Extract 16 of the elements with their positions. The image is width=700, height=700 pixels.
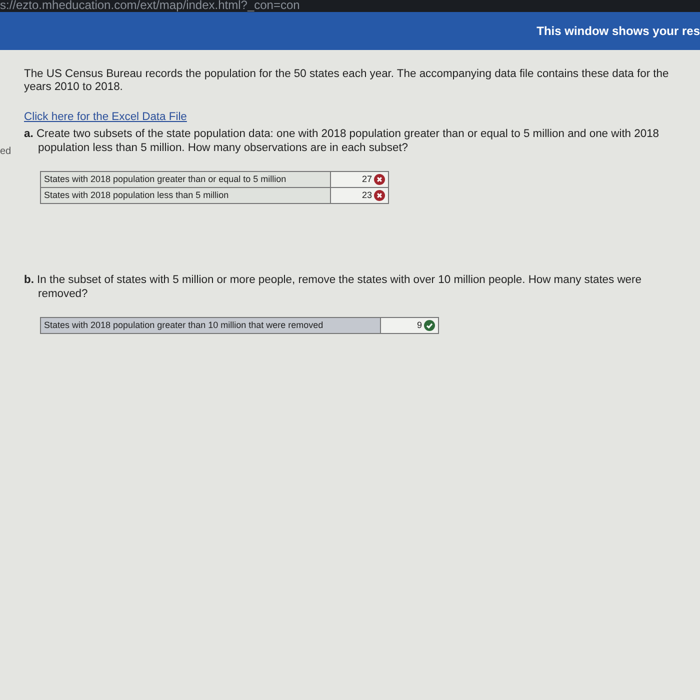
- side-text: ed: [0, 146, 12, 158]
- address-bar-url[interactable]: s://ezto.mheducation.com/ext/map/index.html?_con=con: [0, 0, 700, 12]
- excel-data-link[interactable]: Click here for the Excel Data File: [24, 110, 187, 123]
- answer-value: 27: [362, 174, 372, 184]
- answer-field[interactable]: 23: [330, 188, 388, 204]
- header-notice: This window shows your res: [536, 23, 700, 40]
- answer-value: 23: [362, 190, 372, 200]
- answer-label: States with 2018 population greater than 10 million that were removed: [40, 318, 380, 334]
- answer-field[interactable]: 9: [380, 318, 438, 334]
- answer-value: 9: [416, 320, 422, 330]
- answer-label: States with 2018 population greater than or equal to 5 million: [40, 172, 330, 188]
- question-text: a. Create two subsets of the state population data: one with 2018 population greater than or equal to 5 million and one with 2018 population less than 5 million. How many observations are in each subset?: [24, 128, 660, 156]
- answer-field[interactable]: 27: [330, 172, 388, 188]
- intro-paragraph: The US Census Bureau records the population for the 50 states each year. The accompanying data file contains these data for the years 2010 to 2018.: [24, 68, 670, 95]
- question-text: b. In the subset of states with 5 million or more people, remove the states with over 10 million people. How many states were removed?: [24, 274, 642, 302]
- answer-label: States with 2018 population less than 5 million: [40, 188, 330, 204]
